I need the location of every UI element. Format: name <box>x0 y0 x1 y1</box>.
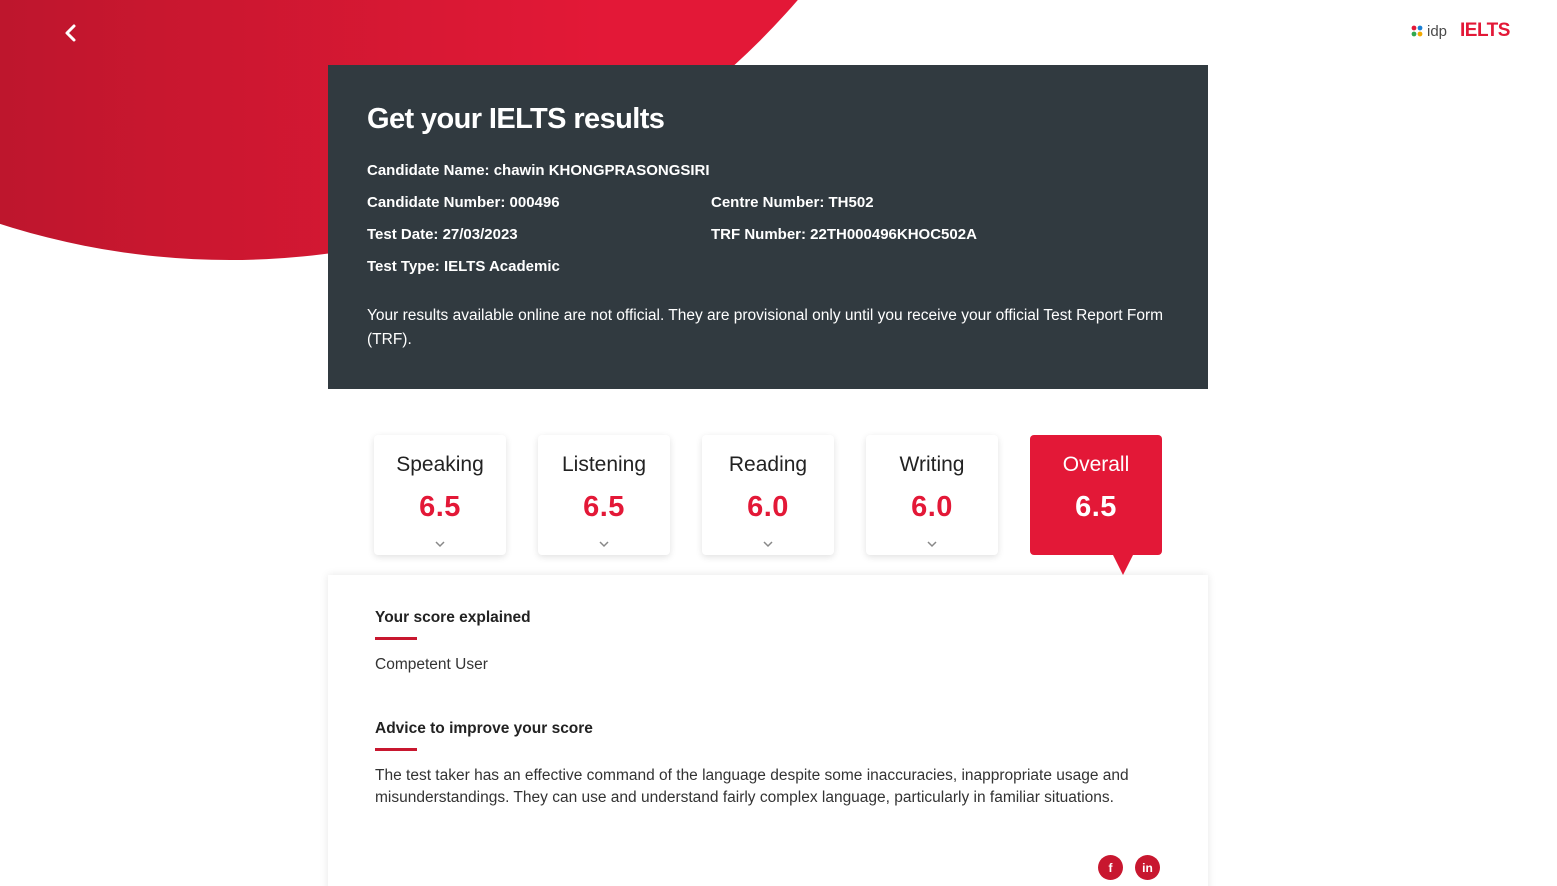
score-value: 6.5 <box>1075 491 1117 523</box>
chevron-down-icon <box>599 541 609 548</box>
score-label: Speaking <box>396 453 484 476</box>
score-explained-text: Competent User <box>375 656 488 673</box>
results-card: Get your IELTS results Candidate Name: c… <box>328 65 1208 389</box>
disclaimer-text: Your results available online are not of… <box>367 307 1164 348</box>
heading-underline <box>375 637 417 640</box>
advice-heading: Advice to improve your score <box>375 720 593 737</box>
info-row: Candidate Number: 000496 Centre Number: … <box>367 194 1169 226</box>
candidate-number: Candidate Number: 000496 <box>367 194 560 211</box>
centre-number: Centre Number: TH502 <box>711 194 874 211</box>
candidate-name: Candidate Name: chawin KHONGPRASONGSIRI <box>367 162 710 179</box>
back-button[interactable] <box>58 20 84 46</box>
idp-logo-icon <box>1411 25 1423 37</box>
score-value: 6.5 <box>419 491 461 523</box>
chevron-down-icon <box>435 541 445 548</box>
score-card-speaking[interactable]: Speaking 6.5 <box>374 435 506 555</box>
advice-text: The test taker has an effective command … <box>375 767 1129 806</box>
candidate-info: Candidate Name: chawin KHONGPRASONGSIRI … <box>367 162 1169 352</box>
score-value: 6.0 <box>747 491 789 523</box>
info-row: Candidate Name: chawin KHONGPRASONGSIRI <box>367 162 1169 194</box>
chevron-down-icon <box>927 541 937 548</box>
score-cards: Speaking 6.5 Listening 6.5 Reading 6.0 W… <box>374 435 1174 575</box>
score-card-reading[interactable]: Reading 6.0 <box>702 435 834 555</box>
overall-pointer <box>1113 555 1133 575</box>
score-explained-heading: Your score explained <box>375 609 531 626</box>
score-value: 6.5 <box>583 491 625 523</box>
score-card-listening[interactable]: Listening 6.5 <box>538 435 670 555</box>
logo-ielts-text: IELTS <box>1460 20 1510 41</box>
score-card-overall[interactable]: Overall 6.5 <box>1030 435 1162 555</box>
logo-idp-text: idp <box>1427 22 1448 40</box>
test-type: Test Type: IELTS Academic <box>367 258 560 275</box>
score-label: Writing <box>899 453 965 476</box>
chevron-left-icon <box>65 24 76 42</box>
linkedin-icon[interactable]: in <box>1135 855 1160 880</box>
page: idp IELTS Get your IELTS results Candida… <box>0 0 1557 886</box>
info-row: Test Type: IELTS Academic <box>367 258 1169 290</box>
score-explanation-panel: Your score explained Competent User Advi… <box>328 575 1208 886</box>
score-label: Reading <box>728 453 808 476</box>
chevron-down-icon <box>763 541 773 548</box>
score-label: Overall <box>1062 453 1130 476</box>
idp-ielts-logo: idp IELTS <box>1410 18 1510 44</box>
score-card-writing[interactable]: Writing 6.0 <box>866 435 998 555</box>
social-share: f in <box>1098 855 1160 880</box>
facebook-icon[interactable]: f <box>1098 855 1123 880</box>
info-row: Test Date: 27/03/2023 TRF Number: 22TH00… <box>367 226 1169 258</box>
page-title: Get your IELTS results <box>367 103 665 135</box>
trf-number: TRF Number: 22TH000496KHOC502A <box>711 226 977 243</box>
heading-underline <box>375 748 417 751</box>
test-date: Test Date: 27/03/2023 <box>367 226 518 243</box>
score-label: Listening <box>561 453 647 476</box>
score-value: 6.0 <box>911 491 953 523</box>
